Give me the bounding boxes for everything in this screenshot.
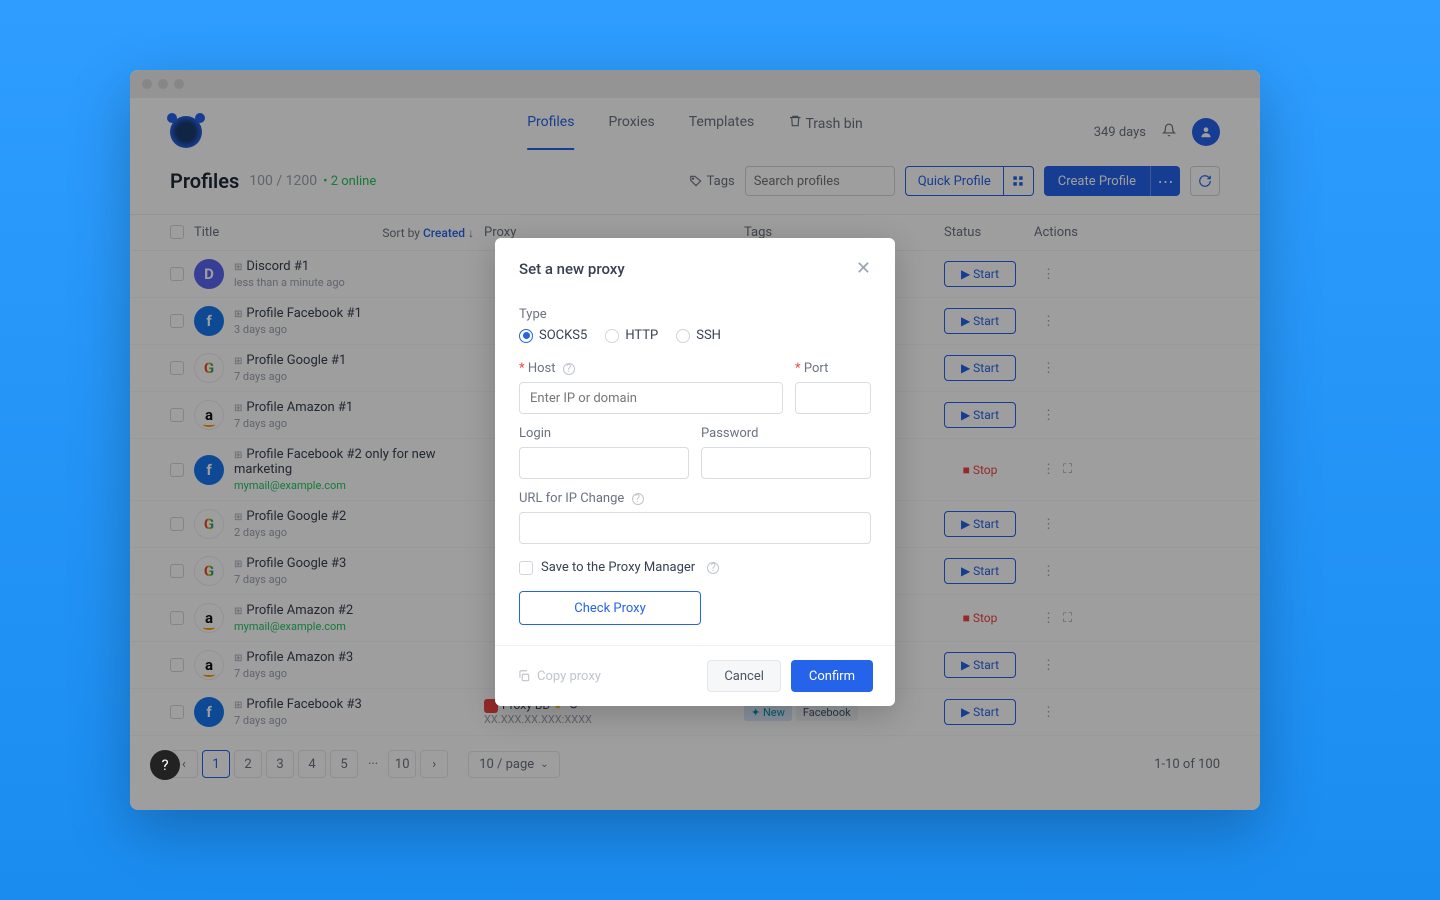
port-label: Port <box>795 361 871 376</box>
type-label: Type <box>519 307 871 322</box>
radio-http[interactable]: HTTP <box>605 328 658 343</box>
help-icon[interactable]: ? <box>707 562 719 574</box>
proxy-modal: Set a new proxy ✕ Type SOCKS5 HTTP SSH Hos… <box>495 238 895 706</box>
app-window: Profiles Proxies Templates Trash bin 349… <box>130 70 1260 810</box>
confirm-button[interactable]: Confirm <box>791 660 873 692</box>
port-input[interactable] <box>795 382 871 414</box>
cancel-button[interactable]: Cancel <box>707 660 781 692</box>
help-fab[interactable]: ? <box>150 750 180 780</box>
modal-title: Set a new proxy <box>519 260 625 278</box>
save-label: Save to the Proxy Manager <box>541 560 695 575</box>
help-icon[interactable]: ? <box>632 493 644 505</box>
password-label: Password <box>701 426 871 441</box>
host-input[interactable] <box>519 382 783 414</box>
login-label: Login <box>519 426 689 441</box>
help-icon[interactable]: ? <box>563 363 575 375</box>
url-label: URL for IP Change ? <box>519 491 871 506</box>
save-checkbox[interactable] <box>519 561 533 575</box>
copy-proxy: Copy proxy <box>517 669 601 684</box>
radio-socks5[interactable]: SOCKS5 <box>519 328 587 343</box>
radio-ssh[interactable]: SSH <box>676 328 721 343</box>
close-icon[interactable]: ✕ <box>856 258 871 279</box>
password-input[interactable] <box>701 447 871 479</box>
login-input[interactable] <box>519 447 689 479</box>
check-proxy-button[interactable]: Check Proxy <box>519 591 701 625</box>
url-input[interactable] <box>519 512 871 544</box>
host-label: Host ? <box>519 361 783 376</box>
